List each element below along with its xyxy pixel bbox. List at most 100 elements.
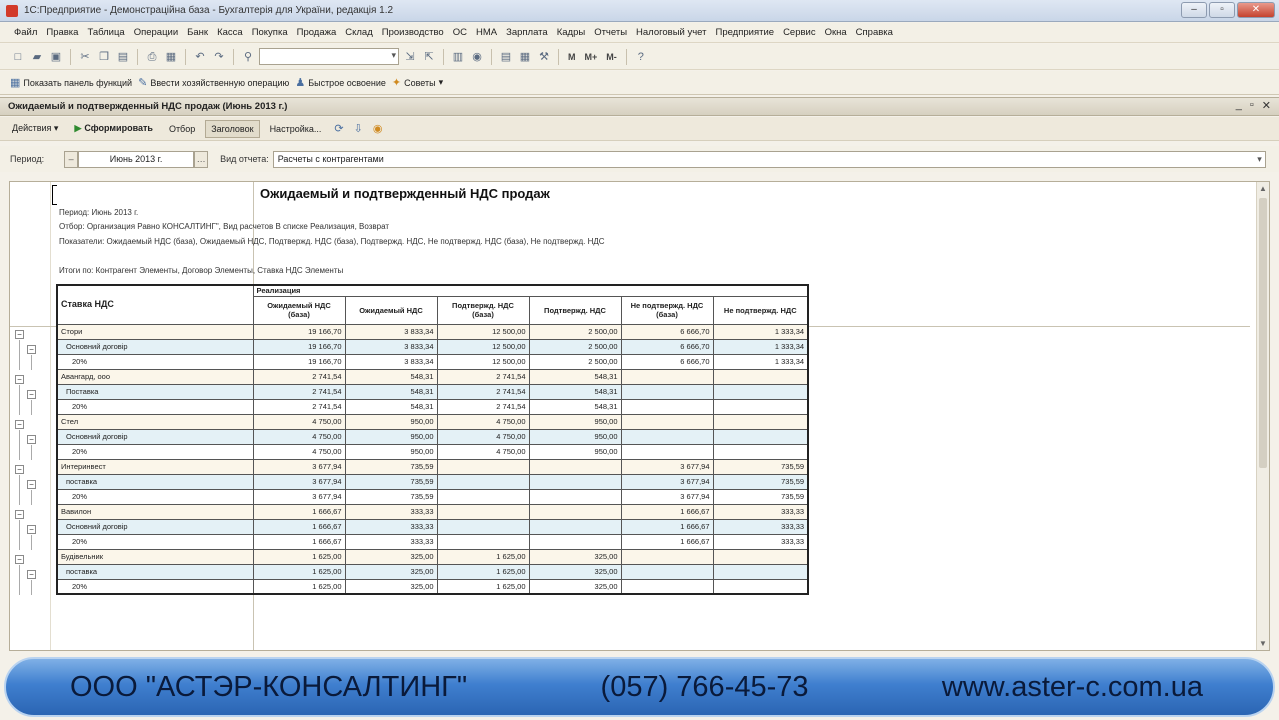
actions-menu-button[interactable]: Действия ▾ [6,119,64,138]
enter-operation-button[interactable]: ✎ Ввести хозяйственную операцию [138,76,289,89]
save-icon[interactable]: ▣ [48,49,64,65]
table-row[interactable]: Поставка 2 741,54 548,31 2 741,54 548,31 [56,383,809,400]
menu-tax[interactable]: Налоговый учет [636,27,706,38]
menu-fixed-assets[interactable]: ОС [453,27,467,38]
refresh-icon[interactable]: ⟳ [331,122,346,135]
open-folder-icon[interactable]: ▰ [29,49,45,65]
table-row[interactable]: Основний договір 1 666,67 333,33 1 666,67 33… [56,518,809,535]
menu-warehouse[interactable]: Склад [345,27,373,38]
header-toggle-button[interactable]: Заголовок [205,119,260,138]
menu-salary[interactable]: Зарплата [506,27,548,38]
menu-production[interactable]: Производство [382,27,444,38]
search-icon[interactable]: ⚲ [240,49,256,65]
report-spreadsheet[interactable]: Ожидаемый и подтвержденный НДС продаж Пе… [9,181,1270,651]
close-button[interactable]: ✕ [1237,2,1275,18]
scroll-thumb[interactable] [1259,198,1267,468]
menu-file[interactable]: Файл [14,27,37,38]
table-row[interactable]: Основний договір 19 166,70 3 833,34 12 500,… [56,338,809,355]
vertical-scrollbar[interactable]: ▲ ▼ [1256,182,1269,650]
collapse-toggle-icon[interactable]: − [27,480,36,489]
redo-icon[interactable]: ↷ [211,49,227,65]
menu-enterprise[interactable]: Предприятие [716,27,775,38]
collapse-toggle-icon[interactable]: − [15,420,24,429]
copy-icon[interactable]: ❐ [96,49,112,65]
paste-icon[interactable]: ▤ [115,49,131,65]
table-row[interactable]: Будівельник 1 625,00 325,00 1 625,00 325,00 [56,548,809,565]
menu-bank[interactable]: Банк [187,27,208,38]
settings-button[interactable]: Настройка... [264,120,328,138]
table-row[interactable]: 20% 2 741,54 548,31 2 741,54 548,31 [56,398,809,415]
collapse-toggle-icon[interactable]: − [15,555,24,564]
search-combo[interactable] [259,48,399,65]
collapse-toggle-icon[interactable]: − [27,525,36,534]
print-icon[interactable]: ⎙ [144,49,160,65]
tools-icon[interactable]: ⚒ [536,49,552,65]
find-next-icon[interactable]: ⇲ [402,49,418,65]
calendar-icon[interactable]: ▥ [450,49,466,65]
menu-help[interactable]: Справка [856,27,893,38]
memory-m-icon[interactable]: M [565,52,579,62]
scroll-down-icon[interactable]: ▼ [1259,639,1267,648]
filter-button[interactable]: Отбор [163,120,201,138]
table-row[interactable]: 20% 1 666,67 333,33 1 666,67 333,33 [56,533,809,550]
doc-restore-button[interactable]: ▫ [1250,99,1254,112]
table-row[interactable]: поставка 3 677,94 735,59 3 677,94 735,59 [56,473,809,490]
menu-purchase[interactable]: Покупка [252,27,288,38]
help-icon[interactable]: ? [633,49,649,65]
table-row[interactable]: 20% 3 677,94 735,59 3 677,94 735,59 [56,488,809,505]
table-row[interactable]: Стел 4 750,00 950,00 4 750,00 950,00 [56,413,809,430]
help-circle-icon[interactable]: ◉ [370,122,386,135]
menu-windows[interactable]: Окна [825,27,847,38]
quick-start-button[interactable]: ♟ Быстрое освоение [295,76,386,89]
list-icon[interactable]: ▤ [498,49,514,65]
cut-icon[interactable]: ✂ [77,49,93,65]
memory-minus-icon[interactable]: M- [603,52,620,62]
period-select-button[interactable]: … [194,150,209,168]
minimize-button[interactable]: – [1181,2,1207,18]
menu-sales[interactable]: Продажа [297,27,337,38]
collapse-toggle-icon[interactable]: − [15,465,24,474]
table-icon[interactable]: ▦ [517,49,533,65]
menu-operations[interactable]: Операции [134,27,178,38]
menu-cash[interactable]: Касса [217,27,243,38]
menu-reports[interactable]: Отчеты [594,27,627,38]
doc-close-button[interactable]: ✕ [1262,99,1271,112]
find-prev-icon[interactable]: ⇱ [421,49,437,65]
table-row[interactable]: Интеринвест 3 677,94 735,59 3 677,94 735,59 [56,458,809,475]
table-row[interactable]: 20% 1 625,00 325,00 1 625,00 325,00 [56,578,809,595]
export-icon[interactable]: ⇩ [351,122,366,135]
collapse-toggle-icon[interactable]: − [27,345,36,354]
table-row[interactable]: Стори 19 166,70 3 833,34 12 500,00 2 500,00 6… [56,323,809,340]
show-functions-panel-button[interactable]: ▦ Показать панель функций [10,76,132,89]
collapse-toggle-icon[interactable]: − [15,510,24,519]
collapse-toggle-icon[interactable]: − [27,435,36,444]
maximize-button[interactable]: ▫ [1209,2,1235,18]
table-row[interactable]: поставка 1 625,00 325,00 1 625,00 325,00 [56,563,809,580]
menu-hr[interactable]: Кадры [557,27,585,38]
calculator-icon[interactable]: ◉ [469,49,485,65]
memory-plus-icon[interactable]: M+ [582,52,601,62]
table-row[interactable]: 20% 19 166,70 3 833,34 12 500,00 2 500,00 6 6… [56,353,809,370]
menu-intangibles[interactable]: НМА [476,27,497,38]
period-field[interactable]: Июнь 2013 г. [78,150,195,168]
collapse-toggle-icon[interactable]: − [15,330,24,339]
collapse-toggle-icon[interactable]: − [27,570,36,579]
table-row[interactable]: Вавилон 1 666,67 333,33 1 666,67 333,33 [56,503,809,520]
menu-edit[interactable]: Правка [46,27,78,38]
period-prev-button[interactable]: – [64,150,79,168]
preview-icon[interactable]: ▦ [163,49,179,65]
scroll-up-icon[interactable]: ▲ [1259,184,1267,193]
menu-table[interactable]: Таблица [87,27,124,38]
generate-button[interactable]: ▶ Сформировать [68,119,158,138]
doc-minimize-button[interactable]: _ [1236,99,1242,112]
new-document-icon[interactable]: □ [10,49,26,65]
collapse-toggle-icon[interactable]: − [15,375,24,384]
table-row[interactable]: Авангард, ооо 2 741,54 548,31 2 741,54 548,3… [56,368,809,385]
collapse-toggle-icon[interactable]: − [27,390,36,399]
tips-button[interactable]: ✦ Советы ▾ [392,76,443,89]
menu-service[interactable]: Сервис [783,27,816,38]
table-row[interactable]: Основний договір 4 750,00 950,00 4 750,00 95… [56,428,809,445]
undo-icon[interactable]: ↶ [192,49,208,65]
report-type-select[interactable]: Расчеты с контрагентами ▾ [272,150,1266,168]
table-row[interactable]: 20% 4 750,00 950,00 4 750,00 950,00 [56,443,809,460]
